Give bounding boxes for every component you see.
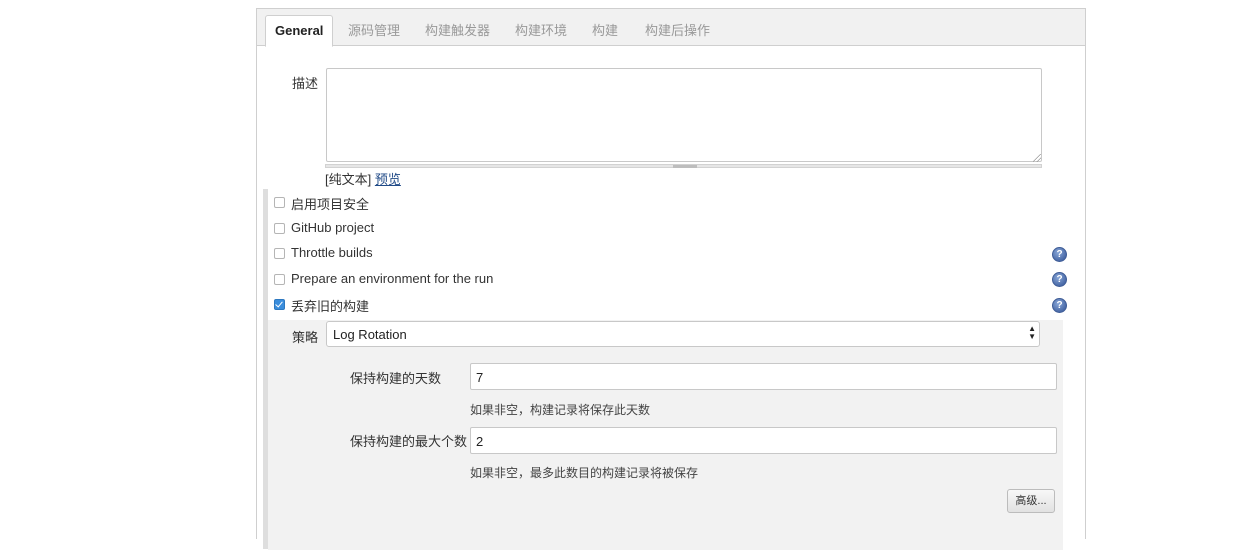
checkbox-throttle-builds[interactable] [274,248,285,259]
max-builds-value: 2 [476,434,484,449]
max-builds-hint: 如果非空，最多此数目的构建记录将被保存 [470,466,699,480]
textarea-resize-icon[interactable] [1033,154,1041,162]
max-builds-label: 保持构建的最大个数 [350,434,468,449]
option-label: 丢弃旧的构建 [291,299,370,314]
days-to-keep-label: 保持构建的天数 [350,371,442,386]
strategy-selected-value: Log Rotation [333,327,407,342]
advanced-button[interactable]: 高级... [1007,489,1055,513]
format-line: [纯文本] 预览 [325,169,401,188]
strategy-select[interactable]: Log Rotation ▲ ▼ [326,321,1040,347]
checkbox-discard-old-builds[interactable] [274,299,285,310]
tab-source-management[interactable]: 源码管理 [339,16,409,45]
max-builds-input[interactable]: 2 [470,427,1057,454]
days-to-keep-hint: 如果非空，构建记录将保存此天数 [470,403,651,417]
option-label: GitHub project [291,220,375,235]
prepare-environment-help-icon[interactable]: ? [1052,272,1067,287]
tab-build[interactable]: 构建 [583,16,627,45]
checkbox-prepare-environment[interactable] [274,274,285,285]
checkbox-enable-project-security[interactable] [274,197,285,208]
checkbox-github-project[interactable] [274,223,285,234]
drag-handle-icon[interactable] [673,165,697,168]
option-label: Throttle builds [291,245,373,260]
tab-general[interactable]: General [265,15,334,47]
option-label: 启用项目安全 [291,197,370,212]
days-to-keep-value: 7 [476,370,484,385]
description-textarea[interactable] [326,68,1042,162]
tab-bar: General 源码管理 构建触发器 构建环境 构建 构建后操作 [257,9,1085,47]
tab-build-environment[interactable]: 构建环境 [506,16,576,45]
config-panel: General 源码管理 构建触发器 构建环境 构建 构建后操作 描述 [纯文本… [256,8,1086,550]
description-label: 描述 [292,76,319,91]
plain-text-label: [纯文本] [325,172,372,187]
discard-old-builds-help-icon[interactable]: ? [1052,298,1067,313]
days-to-keep-input[interactable]: 7 [470,363,1057,390]
throttle-builds-help-icon[interactable]: ? [1052,247,1067,262]
strategy-label: 策略 [292,330,319,345]
option-label: Prepare an environment for the run [291,271,494,286]
preview-link[interactable]: 预览 [375,172,401,187]
select-arrows-icon: ▲ ▼ [1028,324,1036,341]
tab-post-build-actions[interactable]: 构建后操作 [636,16,719,45]
tab-build-triggers[interactable]: 构建触发器 [416,16,499,45]
